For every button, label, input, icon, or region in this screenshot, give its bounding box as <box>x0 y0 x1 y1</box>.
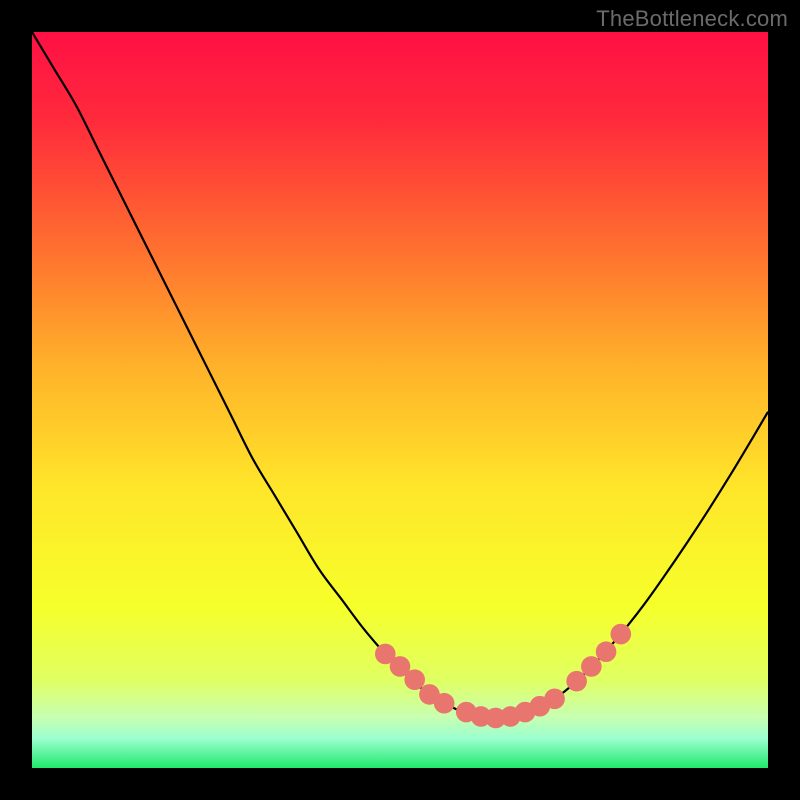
watermark-text: TheBottleneck.com <box>596 6 788 32</box>
chart-marker <box>610 624 631 645</box>
chart-marker <box>404 669 425 690</box>
chart-frame: TheBottleneck.com <box>0 0 800 800</box>
chart-marker <box>544 689 565 710</box>
chart-marker <box>434 693 455 714</box>
chart-canvas <box>32 32 768 768</box>
plot-area <box>32 32 768 768</box>
chart-marker <box>596 641 617 662</box>
chart-marker <box>581 656 602 677</box>
chart-marker <box>566 671 587 692</box>
